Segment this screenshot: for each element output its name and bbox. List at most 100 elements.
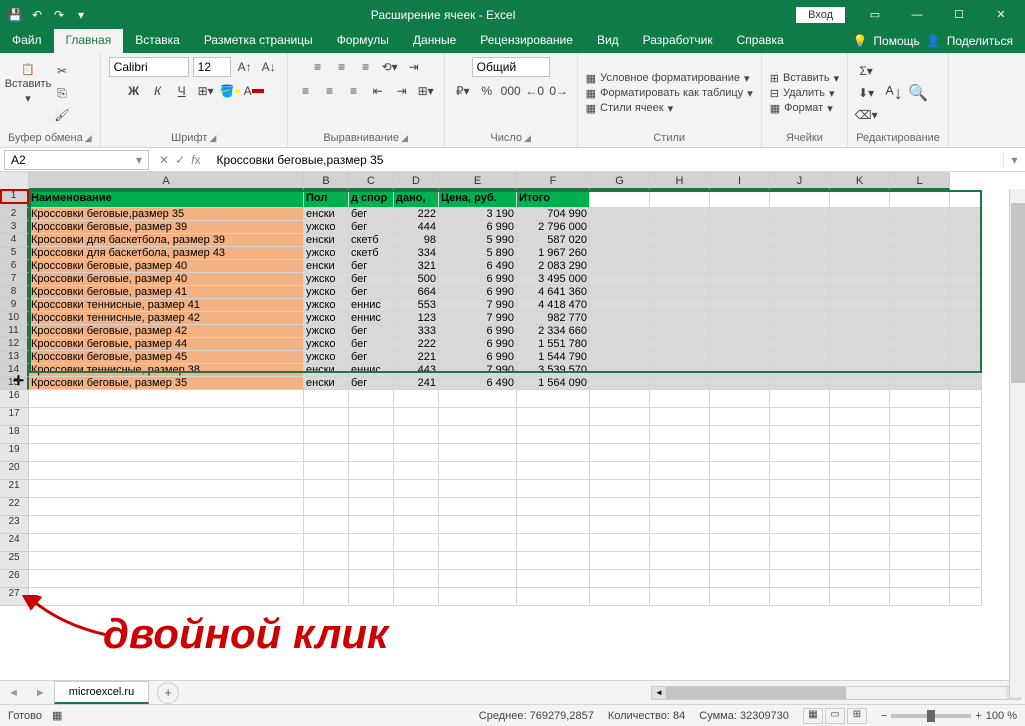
cell[interactable]: 1 967 260 — [517, 247, 590, 260]
format-painter-icon[interactable]: 🖌 — [52, 105, 72, 125]
cell[interactable]: 2 334 660 — [517, 325, 590, 338]
cell[interactable] — [29, 552, 304, 570]
cell[interactable] — [890, 426, 950, 444]
tell-me-icon[interactable]: 💡 — [852, 34, 867, 48]
conditional-formatting-button[interactable]: ▦Условное форматирование▾ — [586, 72, 753, 85]
cell[interactable] — [710, 462, 770, 480]
cell[interactable] — [830, 588, 890, 606]
cell[interactable] — [770, 588, 830, 606]
cell[interactable]: Кроссовки беговые, размер 35 — [29, 377, 304, 390]
cell[interactable] — [650, 534, 710, 552]
tab-главная[interactable]: Главная — [54, 29, 124, 53]
cell[interactable] — [650, 364, 710, 377]
row-header[interactable]: 7 — [0, 273, 29, 286]
cell[interactable]: енски — [304, 377, 349, 390]
cell[interactable]: скетб — [349, 247, 394, 260]
cell[interactable] — [710, 338, 770, 351]
cell[interactable] — [304, 480, 349, 498]
cell[interactable] — [890, 221, 950, 234]
cell[interactable]: енски — [304, 260, 349, 273]
cell[interactable] — [830, 338, 890, 351]
cell[interactable]: 321 — [394, 260, 439, 273]
dialog-launcher-icon[interactable]: ◢ — [524, 133, 531, 144]
cell[interactable] — [590, 444, 650, 462]
cell[interactable]: 3 495 000 — [517, 273, 590, 286]
cell[interactable] — [439, 570, 517, 588]
cell[interactable] — [950, 260, 982, 273]
cell[interactable] — [439, 498, 517, 516]
name-box[interactable]: A2▾ — [4, 150, 149, 170]
row-header[interactable]: 8 — [0, 286, 29, 299]
cell[interactable] — [770, 351, 830, 364]
cell[interactable] — [950, 234, 982, 247]
cell[interactable] — [890, 234, 950, 247]
cell[interactable]: 7 990 — [439, 299, 517, 312]
row-header[interactable]: 22 — [0, 498, 29, 516]
autosum-icon[interactable]: Σ▾ — [856, 61, 876, 81]
sheet-nav-next-icon[interactable]: ► — [27, 687, 54, 699]
cell[interactable] — [29, 390, 304, 408]
comma-icon[interactable]: 000 — [501, 81, 521, 101]
enter-formula-icon[interactable]: ✓ — [175, 153, 185, 167]
cell[interactable]: 500 — [394, 273, 439, 286]
ribbon-options-icon[interactable]: ▭ — [855, 0, 895, 29]
cell[interactable] — [710, 426, 770, 444]
cell[interactable] — [710, 480, 770, 498]
page-break-view-icon[interactable]: ⊞ — [847, 708, 867, 724]
cell[interactable] — [710, 408, 770, 426]
cell[interactable] — [590, 516, 650, 534]
cell[interactable] — [439, 588, 517, 606]
increase-indent-icon[interactable]: ⇥ — [392, 81, 412, 101]
cell[interactable]: 3 190 — [439, 208, 517, 221]
cell[interactable] — [710, 247, 770, 260]
cell[interactable] — [517, 516, 590, 534]
cell[interactable] — [950, 426, 982, 444]
cell[interactable]: Кроссовки беговые,размер 35 — [29, 208, 304, 221]
cell[interactable] — [890, 516, 950, 534]
cell[interactable] — [590, 299, 650, 312]
align-right-icon[interactable]: ≡ — [344, 81, 364, 101]
cell[interactable]: 444 — [394, 221, 439, 234]
cell[interactable] — [590, 570, 650, 588]
cell[interactable] — [29, 534, 304, 552]
cell[interactable] — [890, 552, 950, 570]
cell[interactable] — [890, 534, 950, 552]
share-link[interactable]: Поделиться — [947, 34, 1013, 48]
cell[interactable] — [349, 444, 394, 462]
cell[interactable] — [590, 273, 650, 286]
cell[interactable] — [590, 286, 650, 299]
cell[interactable] — [710, 498, 770, 516]
cell[interactable]: 587 020 — [517, 234, 590, 247]
cell[interactable] — [517, 480, 590, 498]
cell[interactable] — [650, 234, 710, 247]
cell[interactable] — [439, 444, 517, 462]
fill-color-button[interactable]: 🪣 — [220, 81, 240, 101]
cell[interactable]: енски — [304, 208, 349, 221]
cell[interactable]: 241 — [394, 377, 439, 390]
new-sheet-button[interactable]: + — [157, 682, 179, 704]
column-header[interactable]: D — [394, 172, 439, 190]
cell[interactable] — [950, 444, 982, 462]
cell[interactable] — [394, 480, 439, 498]
cell[interactable] — [517, 408, 590, 426]
cell[interactable] — [29, 444, 304, 462]
row-header[interactable]: 26 — [0, 570, 29, 588]
header-cell[interactable]: Цена, руб. — [439, 190, 517, 208]
cell[interactable] — [710, 221, 770, 234]
cell[interactable] — [590, 190, 650, 208]
cell[interactable]: 1 564 090 — [517, 377, 590, 390]
cell[interactable] — [950, 498, 982, 516]
cell[interactable] — [650, 190, 710, 208]
row-header[interactable]: 16 — [0, 390, 29, 408]
cell[interactable] — [590, 338, 650, 351]
cell[interactable] — [830, 299, 890, 312]
select-all-corner[interactable] — [0, 172, 29, 190]
save-icon[interactable]: 💾 — [6, 6, 24, 24]
cell[interactable] — [770, 325, 830, 338]
cell[interactable]: Кроссовки беговые, размер 41 — [29, 286, 304, 299]
cell[interactable] — [950, 351, 982, 364]
align-left-icon[interactable]: ≡ — [296, 81, 316, 101]
cell[interactable] — [590, 221, 650, 234]
cell[interactable] — [770, 273, 830, 286]
row-header[interactable]: 11 — [0, 325, 29, 338]
